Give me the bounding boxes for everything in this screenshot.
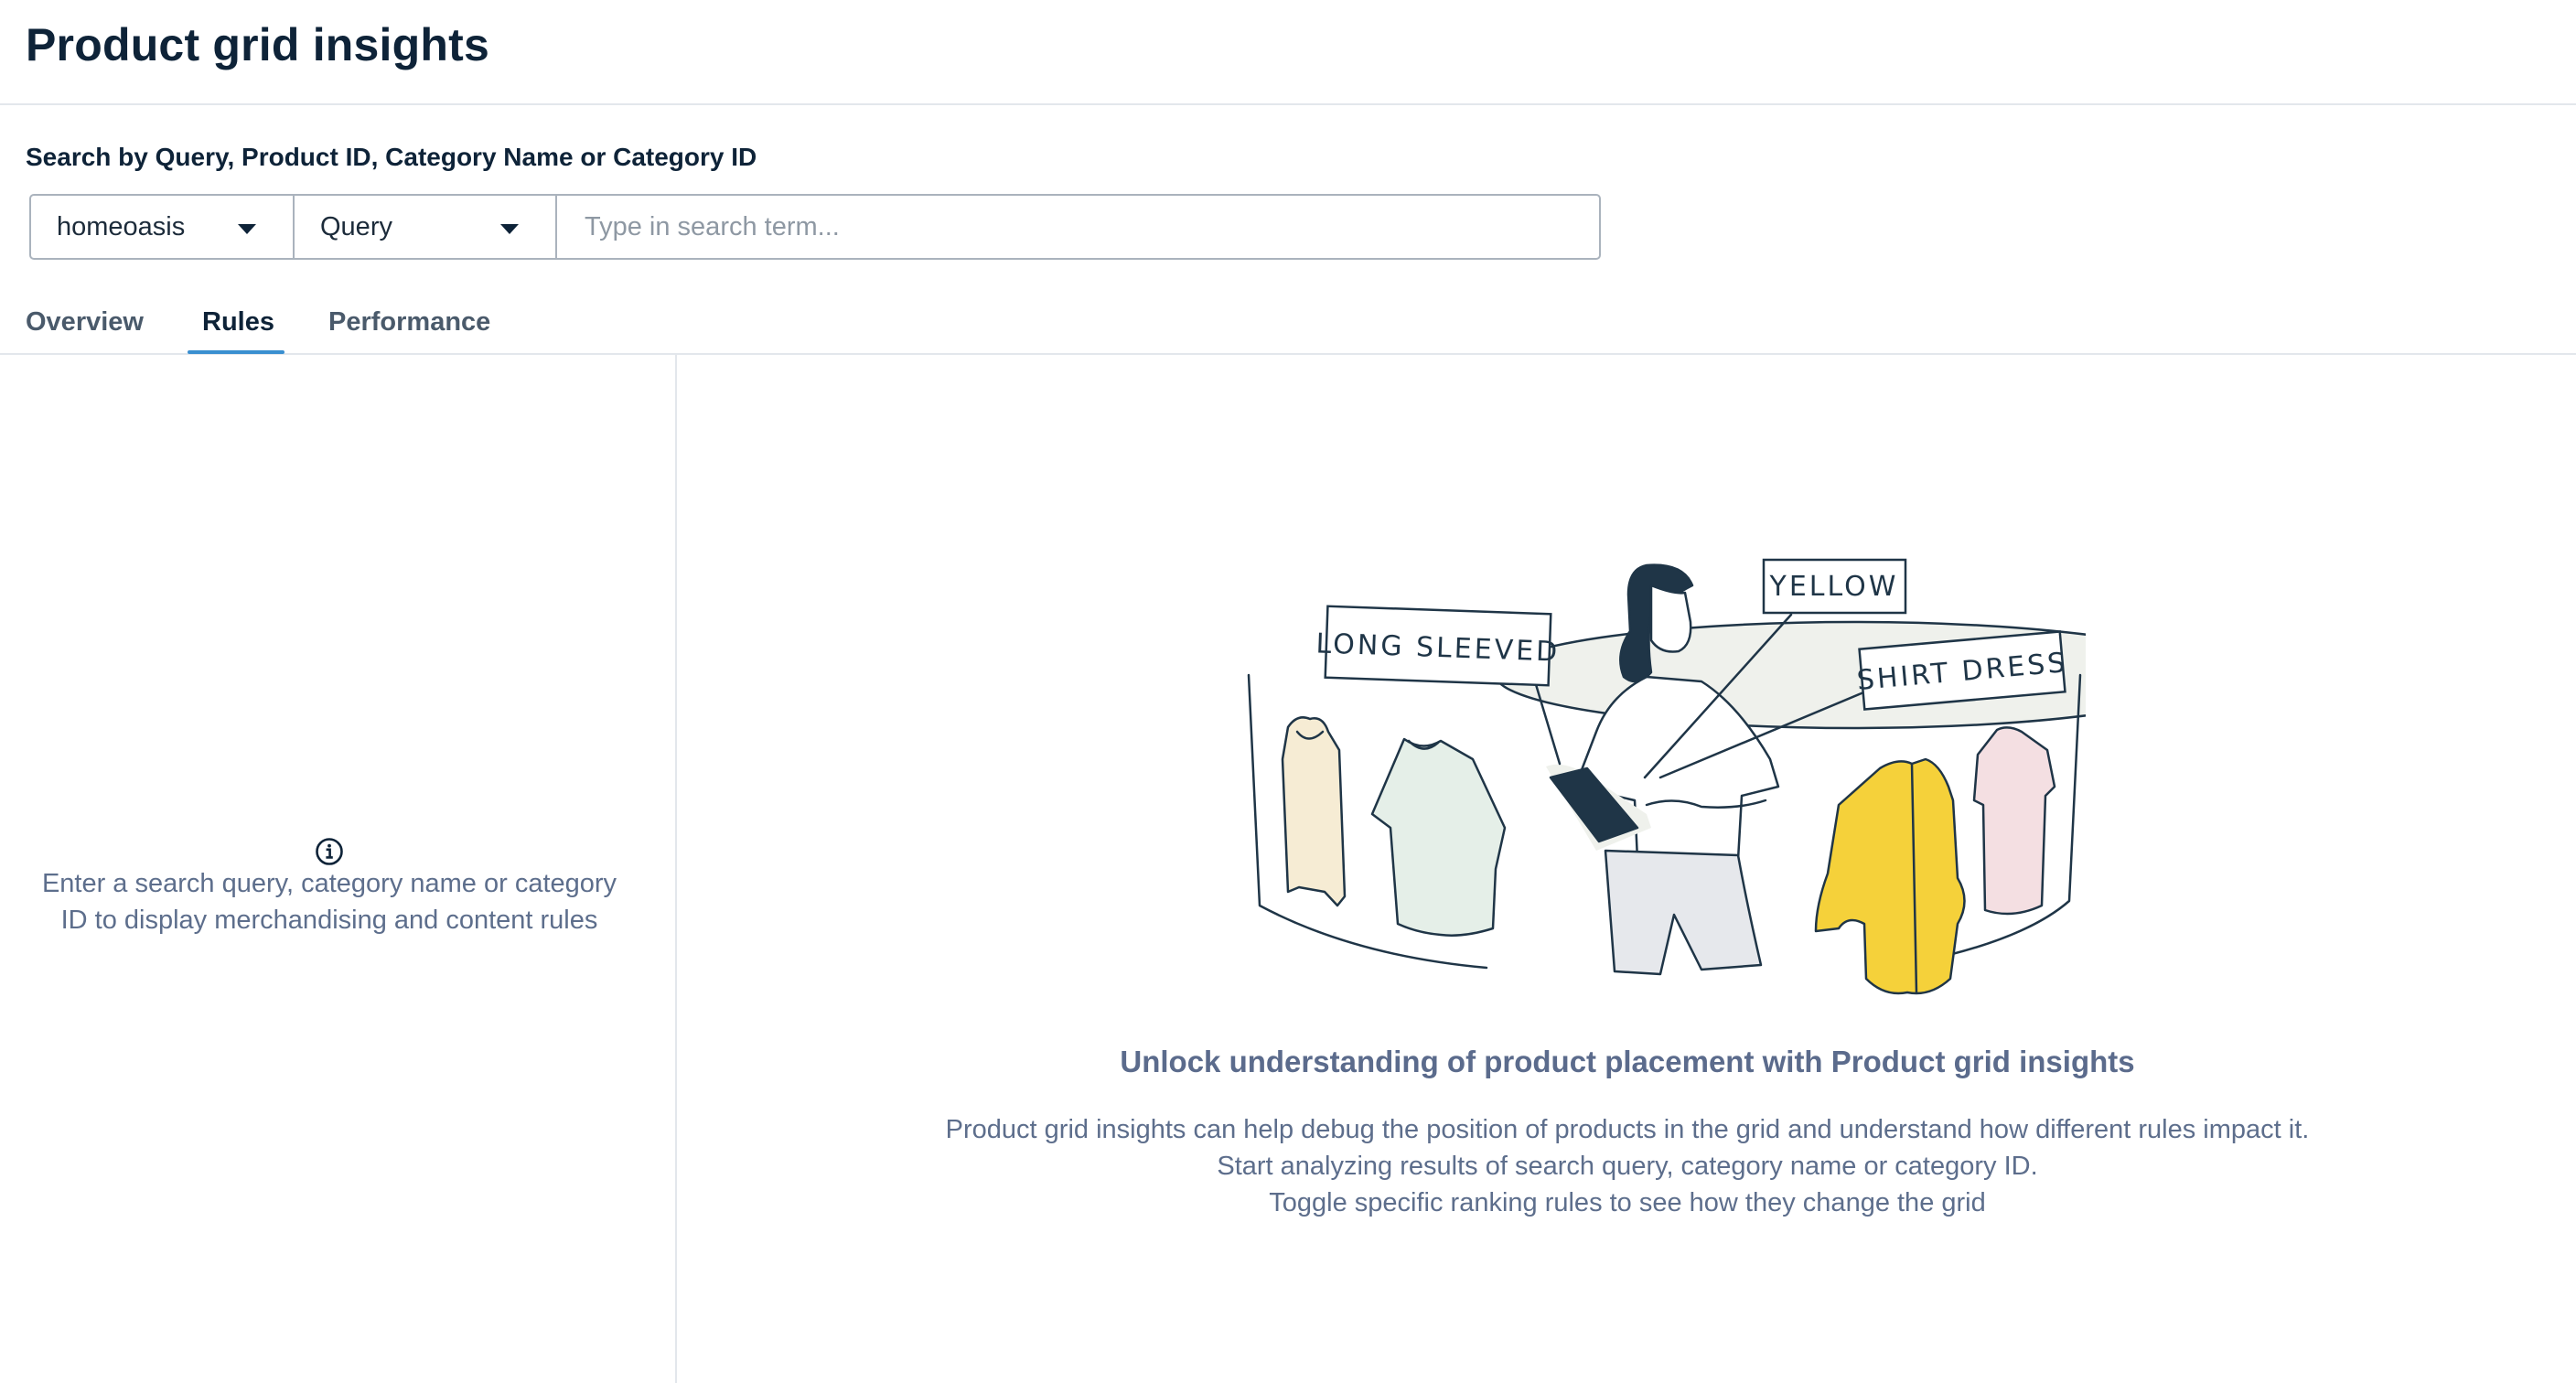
product-grid-illustration: LONG SLEEVED YELLOW SHIRT DRESS <box>1247 558 2086 995</box>
rules-panel: Enter a search query, category name or c… <box>0 355 677 1383</box>
empty-state-description: Product grid insights can help debug the… <box>679 1111 2576 1221</box>
caret-down-icon <box>238 224 256 234</box>
search-type-select[interactable]: Query <box>295 196 557 258</box>
tab-rules[interactable]: Rules <box>202 307 274 338</box>
search-bar: homeoasis Query <box>29 194 1601 260</box>
tab-bar: Overview Rules Performance <box>0 293 2576 355</box>
active-tab-indicator <box>188 350 284 354</box>
description-line: Start analyzing results of search query,… <box>1217 1152 2038 1181</box>
search-input[interactable] <box>557 196 1599 258</box>
site-select-value: homeoasis <box>57 211 186 241</box>
empty-state-message: Enter a search query, category name or c… <box>18 865 640 938</box>
caret-down-icon <box>500 224 519 234</box>
page-header: Product grid insights <box>0 0 2576 105</box>
search-label: Search by Query, Product ID, Category Na… <box>26 143 757 171</box>
empty-state-heading: Unlock understanding of product placemen… <box>1120 1045 2135 1078</box>
description-line: Toggle specific ranking rules to see how… <box>1269 1188 1986 1217</box>
empty-state-line: ID to display merchandising and content … <box>60 906 598 935</box>
description-line: Product grid insights can help debug the… <box>945 1115 2310 1144</box>
info-icon <box>316 838 343 865</box>
tab-overview[interactable]: Overview <box>26 307 144 338</box>
tag-yellow: YELLOW <box>1769 571 1899 603</box>
empty-state-line: Enter a search query, category name or c… <box>41 869 617 898</box>
site-select[interactable]: homeoasis <box>31 196 295 258</box>
tab-performance[interactable]: Performance <box>328 307 490 338</box>
search-type-value: Query <box>320 211 392 241</box>
page-title: Product grid insights <box>26 19 489 70</box>
